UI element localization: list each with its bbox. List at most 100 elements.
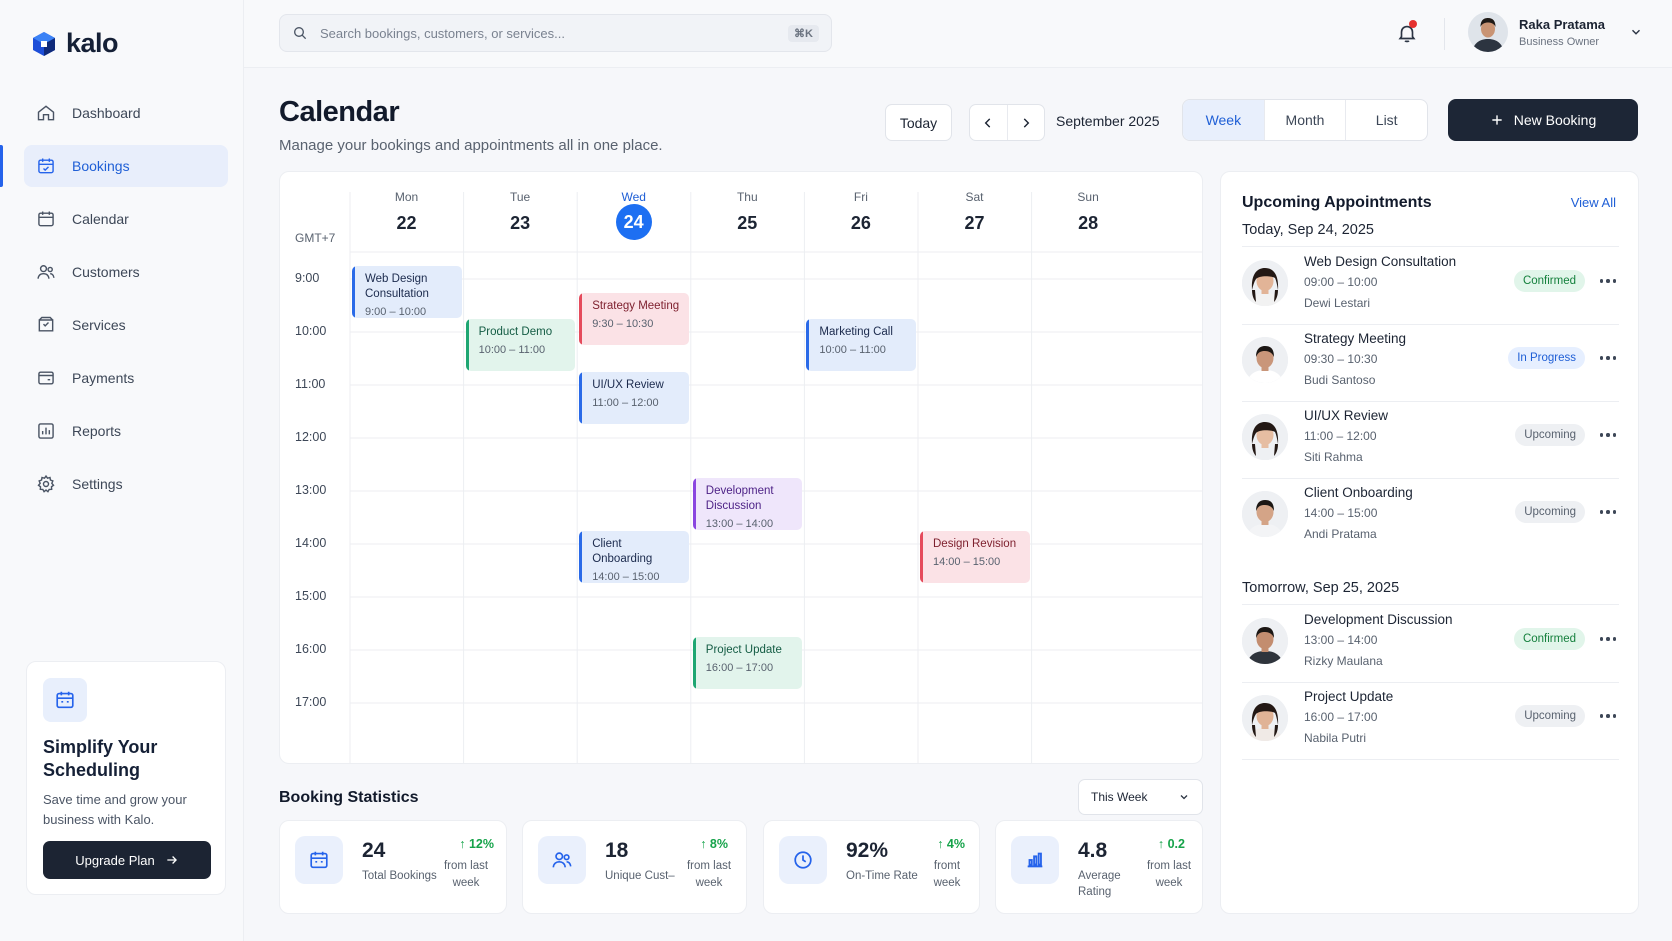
sidebar-item-services[interactable]: Services bbox=[24, 304, 228, 346]
more-options-icon[interactable] bbox=[1597, 501, 1619, 523]
day-number: 26 bbox=[850, 213, 871, 233]
view-list-tab[interactable]: List bbox=[1345, 100, 1427, 140]
day-header-sun[interactable]: Sun 28 bbox=[1028, 190, 1149, 234]
day-header-mon[interactable]: Mon 22 bbox=[346, 190, 467, 234]
sidebar-item-bookings[interactable]: Bookings bbox=[0, 145, 228, 187]
calendar-event[interactable]: Marketing Call 10:00 – 11:00 bbox=[806, 319, 916, 371]
day-name: Sun bbox=[1077, 190, 1099, 204]
appointment-item[interactable]: Web Design Consultation 09:00 – 10:00 Dewi… bbox=[1242, 250, 1619, 320]
divider bbox=[1242, 324, 1619, 325]
view-month-tab[interactable]: Month bbox=[1263, 100, 1346, 140]
avatar bbox=[1242, 618, 1288, 664]
status-badge: Upcoming bbox=[1515, 705, 1585, 727]
avatar bbox=[1468, 12, 1508, 52]
search-bar[interactable]: ⌘K bbox=[279, 14, 832, 52]
sidebar-item-dashboard[interactable]: Dashboard bbox=[24, 92, 228, 134]
status-badge: In Progress bbox=[1508, 347, 1585, 369]
logo-text: kalo bbox=[66, 28, 119, 58]
event-title: Development Discussion bbox=[705, 485, 774, 512]
day-header-sat[interactable]: Sat 27 bbox=[914, 190, 1035, 234]
calendar-event[interactable]: Design Revision 14:00 – 15:00 bbox=[920, 531, 1030, 583]
day-number: 22 bbox=[396, 213, 417, 233]
sidebar-item-label: Calendar bbox=[72, 211, 129, 227]
avatar bbox=[1242, 491, 1288, 537]
week-navigation bbox=[969, 104, 1045, 141]
appointment-time: 11:00 – 12:00 bbox=[1304, 429, 1377, 443]
sidebar-item-label: Dashboard bbox=[72, 105, 141, 121]
chevron-right-icon bbox=[1023, 117, 1030, 128]
calendar-event[interactable]: Strategy Meeting 9:30 – 10:30 bbox=[579, 292, 689, 345]
sidebar-item-calendar[interactable]: Calendar bbox=[24, 198, 228, 240]
sidebar-item-customers[interactable]: Customers bbox=[24, 251, 228, 293]
view-all-link[interactable]: View All bbox=[1571, 195, 1616, 210]
day-header-fri[interactable]: Fri 26 bbox=[800, 190, 921, 234]
view-week-tab[interactable]: Week bbox=[1183, 100, 1264, 140]
event-time: 16:00 – 17:00 bbox=[705, 662, 774, 674]
avatar bbox=[1242, 337, 1288, 383]
stats-range-dropdown[interactable]: This Week bbox=[1078, 779, 1203, 815]
logo[interactable]: kalo bbox=[32, 28, 119, 59]
stat-value: 4.8 bbox=[1078, 839, 1108, 862]
event-title: Strategy Meeting bbox=[592, 299, 680, 312]
view-switcher: Week Month List bbox=[1182, 99, 1428, 141]
day-number: 27 bbox=[964, 213, 985, 233]
day-header-tue[interactable]: Tue 23 bbox=[460, 190, 581, 234]
day-number: 28 bbox=[1078, 213, 1099, 233]
appointment-title: Strategy Meeting bbox=[1304, 331, 1407, 346]
appointment-item[interactable]: Development Discussion 13:00 – 14:00 Rizky… bbox=[1242, 608, 1619, 678]
calendar-event[interactable]: UI/UX Review 11:00 – 12:00 bbox=[579, 372, 689, 424]
event-time: 14:00 – 15:00 bbox=[933, 556, 1001, 568]
search-icon bbox=[294, 27, 307, 40]
appointment-customer: Andi Pratama bbox=[1304, 527, 1377, 541]
upgrade-plan-button[interactable]: Upgrade Plan bbox=[43, 841, 211, 879]
calendar-event[interactable]: Client Onboarding 14:00 – 15:00 bbox=[579, 531, 689, 583]
notification-button[interactable] bbox=[1394, 20, 1420, 46]
appointment-item[interactable]: UI/UX Review 11:00 – 12:00 Siti Rahma Upcom… bbox=[1242, 404, 1619, 474]
event-title: UI/UX Review bbox=[592, 379, 664, 391]
calendar-event[interactable]: Project Update 16:00 – 17:00 bbox=[692, 637, 803, 689]
today-button[interactable]: Today bbox=[885, 104, 952, 141]
search-input[interactable] bbox=[320, 25, 789, 41]
day-name: Wed bbox=[621, 190, 646, 204]
day-header-thu[interactable]: Thu 25 bbox=[687, 190, 808, 234]
appointment-title: UI/UX Review bbox=[1304, 408, 1389, 423]
day-header-wed[interactable]: Wed 24 bbox=[573, 190, 694, 240]
more-options-icon[interactable] bbox=[1597, 270, 1619, 292]
day-name: Sat bbox=[965, 190, 984, 204]
sidebar-item-settings[interactable]: Settings bbox=[24, 463, 228, 505]
sidebar: kalo Dashboard Bookings Calendar Custome… bbox=[0, 0, 244, 941]
clock-icon bbox=[779, 836, 827, 884]
appointment-date-heading: Tomorrow, Sep 25, 2025 bbox=[1242, 580, 1400, 596]
previous-week-button[interactable] bbox=[970, 105, 1008, 140]
promo-title: Simplify Your Scheduling bbox=[43, 737, 158, 780]
stat-delta: ↑ 12% bbox=[459, 837, 494, 851]
time-label: 15:00 bbox=[295, 589, 327, 603]
calendar-event[interactable]: Web Design Consultation 9:00 – 10:00 bbox=[352, 266, 462, 318]
more-options-icon[interactable] bbox=[1597, 705, 1619, 727]
more-options-icon[interactable] bbox=[1597, 347, 1619, 369]
more-options-icon[interactable] bbox=[1597, 628, 1619, 650]
appointment-time: 16:00 – 17:00 bbox=[1304, 710, 1378, 724]
appointment-time: 13:00 – 14:00 bbox=[1304, 633, 1378, 647]
day-name: Mon bbox=[394, 190, 419, 204]
appointment-item[interactable]: Project Update 16:00 – 17:00 Nabila Putri U… bbox=[1242, 685, 1619, 755]
sidebar-item-reports[interactable]: Reports bbox=[24, 410, 228, 452]
calendar-event[interactable]: Development Discussion 13:00 – 14:00 bbox=[692, 478, 803, 530]
week-calendar: GMT+7 Mon 22 Tue 23 Wed 24 Thu 25 Fri 26 Sat 27 Sun 2… bbox=[279, 171, 1203, 764]
divider bbox=[1444, 18, 1445, 50]
gear-icon bbox=[37, 474, 55, 493]
day-name: Tue bbox=[509, 190, 531, 204]
next-week-button[interactable] bbox=[1008, 105, 1045, 140]
appointment-item[interactable]: Client Onboarding 14:00 – 15:00 Andi Prata… bbox=[1242, 481, 1619, 551]
avatar bbox=[1242, 695, 1288, 741]
user-menu[interactable]: Raka Pratama Business Owner bbox=[1468, 12, 1643, 52]
appointment-item[interactable]: Strategy Meeting 09:30 – 10:30 Budi Santos… bbox=[1242, 327, 1619, 397]
event-time: 13:00 – 14:00 bbox=[705, 518, 774, 530]
new-booking-button[interactable]: New Booking bbox=[1448, 99, 1638, 141]
sidebar-item-payments[interactable]: Payments bbox=[24, 357, 228, 399]
more-options-icon[interactable] bbox=[1597, 424, 1619, 446]
current-month-label: September 2025 bbox=[1056, 113, 1160, 129]
calendar-event[interactable]: Product Demo 10:00 – 11:00 bbox=[465, 319, 576, 371]
appointment-customer: Dewi Lestari bbox=[1304, 296, 1371, 310]
users-icon bbox=[37, 265, 55, 279]
